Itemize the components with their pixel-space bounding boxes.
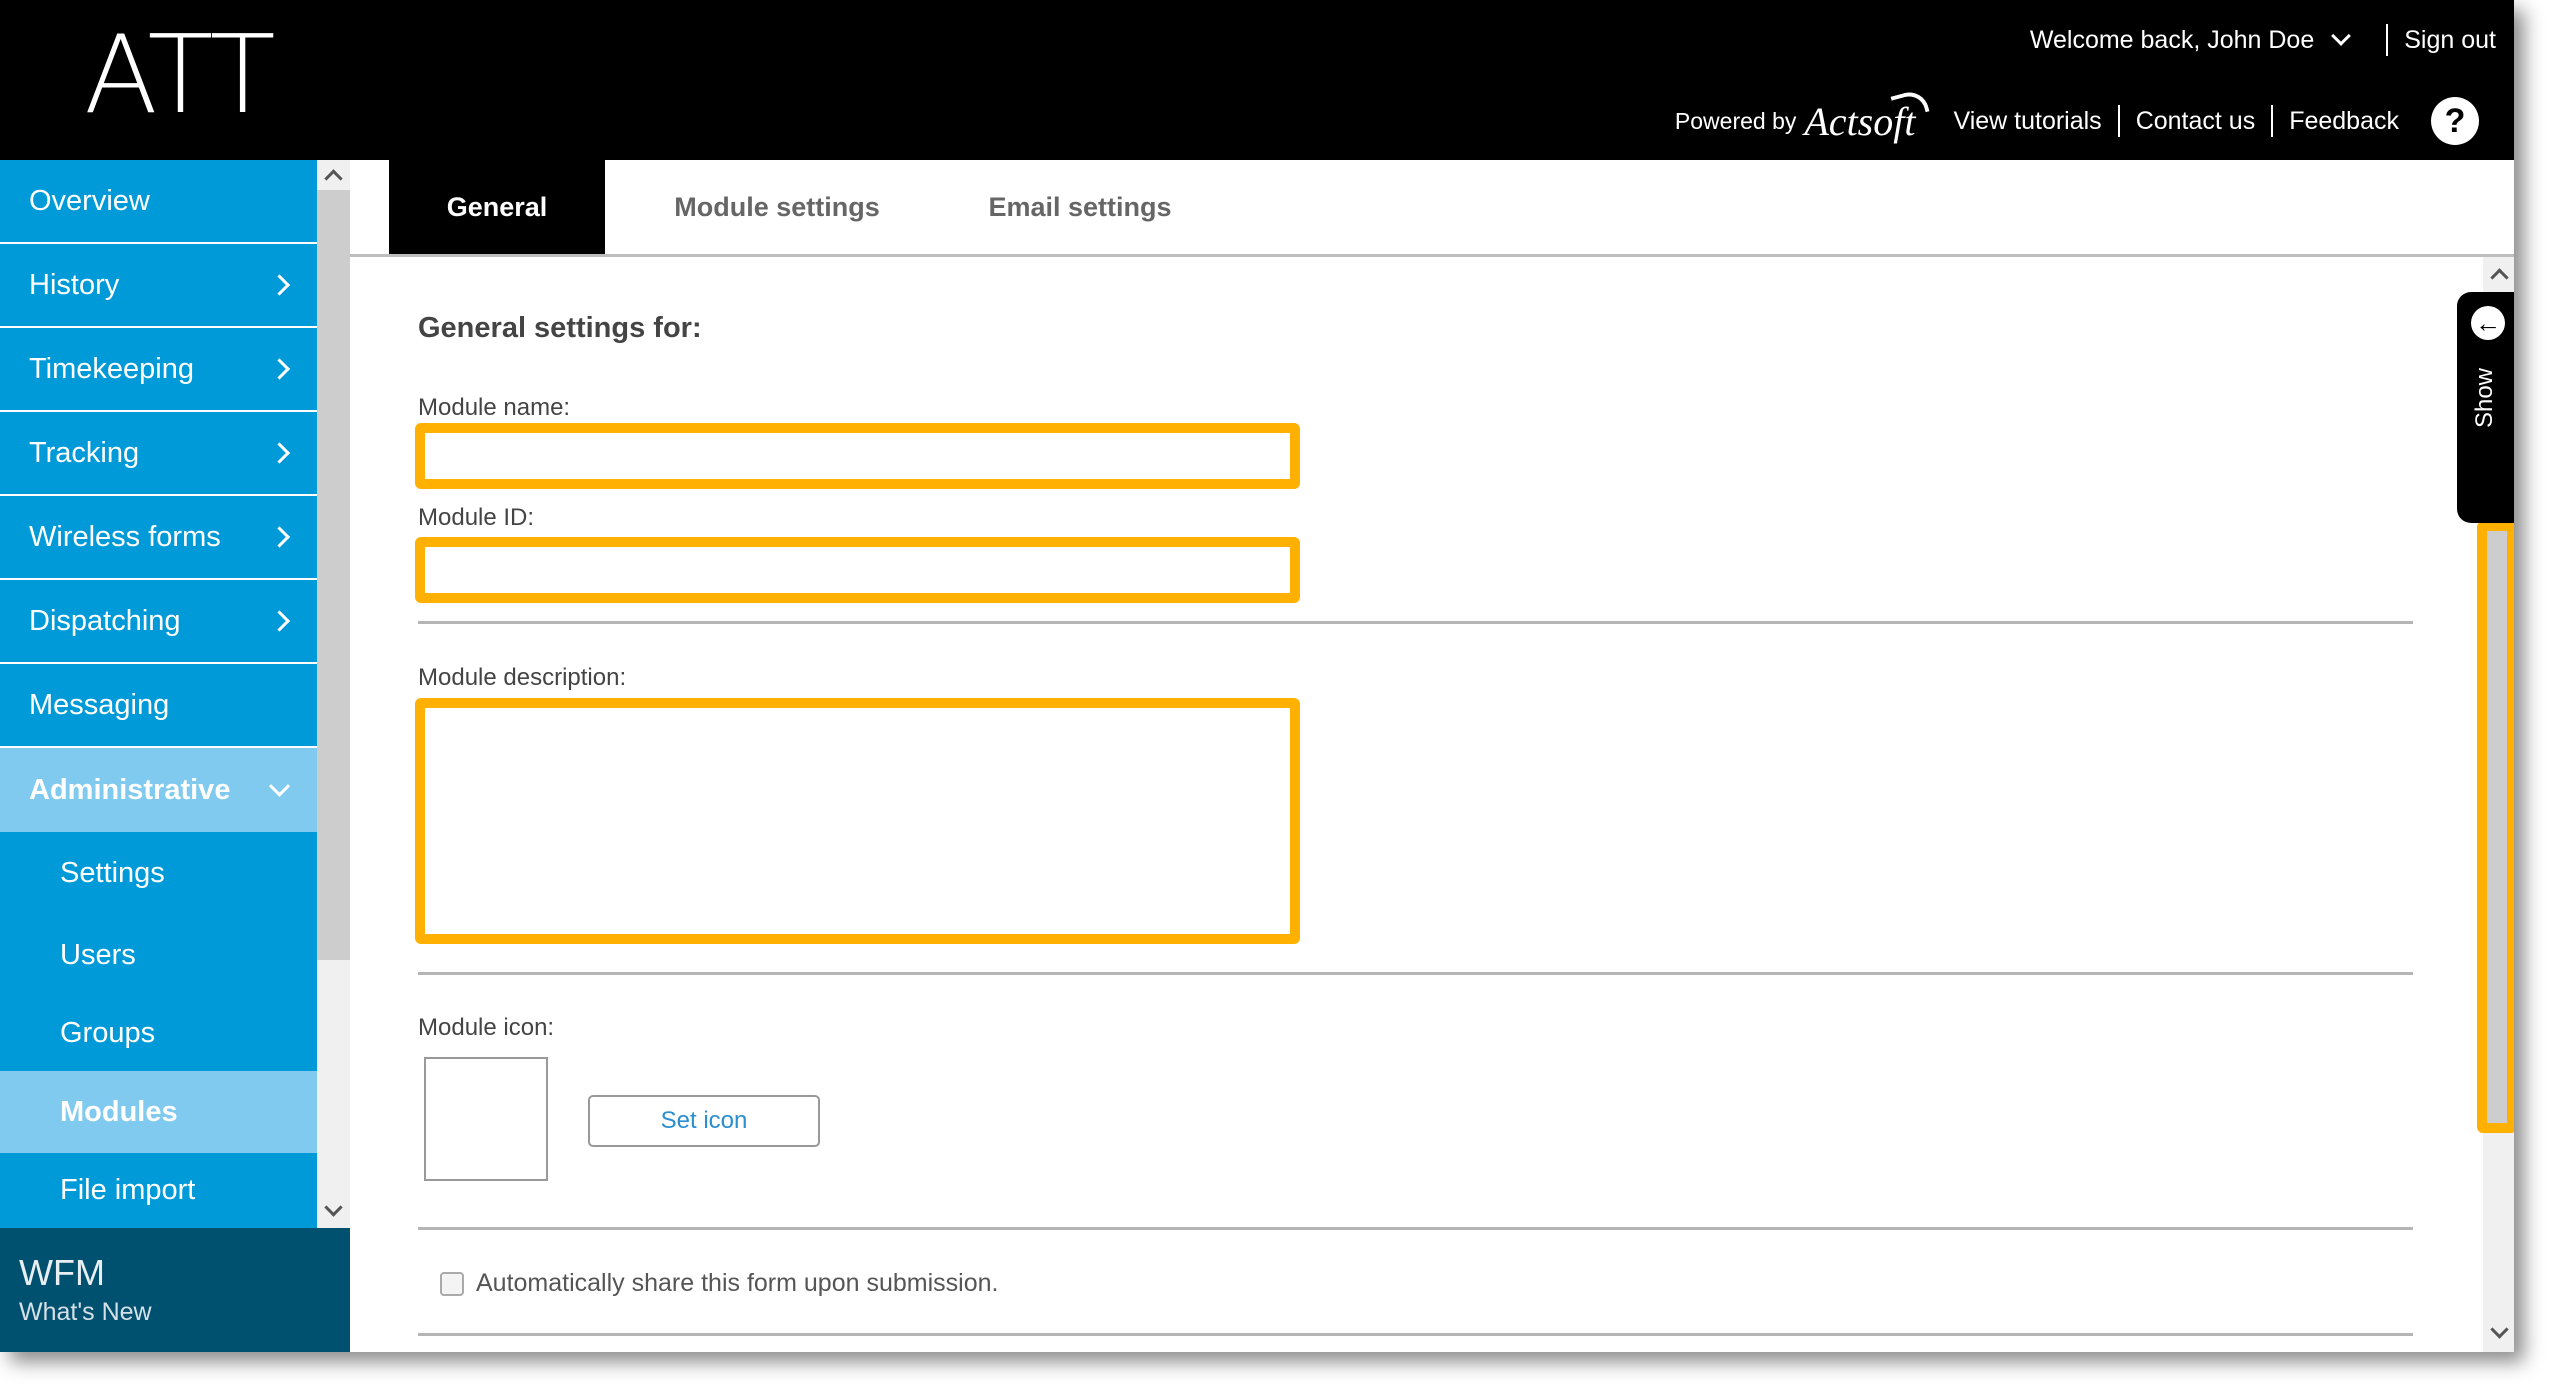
whats-new-footer[interactable]: WFM What's New (0, 1228, 350, 1352)
divider (418, 621, 2413, 624)
module-name-input[interactable] (415, 423, 1300, 489)
help-icon[interactable]: ? (2431, 97, 2479, 145)
chevron-down-icon (268, 775, 291, 797)
module-icon-preview (424, 1057, 548, 1181)
welcome-user-menu[interactable]: Welcome back, John Doe (2030, 26, 2314, 55)
sidebar-nav: Overview History Timekeeping Tracking Wi… (0, 160, 317, 1228)
sidebar-item-label: Tracking (29, 436, 140, 469)
top-header: ATT Welcome back, John Doe Sign out Powe… (0, 0, 2514, 160)
view-tutorials-link[interactable]: View tutorials (1953, 107, 2101, 136)
chevron-right-icon (268, 526, 291, 548)
auto-share-label[interactable]: Automatically share this form upon submi… (476, 1269, 998, 1298)
content-scrollbar-thumb[interactable] (2477, 521, 2514, 1133)
sign-out-link[interactable]: Sign out (2404, 26, 2496, 55)
sidebar-item-label: Overview (29, 184, 150, 217)
sidebar-item-messaging[interactable]: Messaging (0, 664, 317, 748)
chevron-down-icon[interactable] (2331, 26, 2352, 46)
scroll-up-icon[interactable] (324, 169, 343, 188)
sidebar-item-label: Messaging (29, 688, 170, 721)
sidebar-item-timekeeping[interactable]: Timekeeping (0, 328, 317, 412)
divider (418, 1227, 2413, 1230)
sidebar-subitem-groups[interactable]: Groups (0, 996, 317, 1071)
module-description-label: Module description: (418, 664, 627, 691)
sidebar-item-label: Users (60, 938, 136, 971)
sidebar-item-administrative[interactable]: Administrative (0, 748, 317, 832)
chevron-right-icon (268, 442, 291, 464)
tab-general[interactable]: General (389, 160, 605, 254)
sidebar-subitem-users[interactable]: Users (0, 914, 317, 996)
show-label: Show (2471, 367, 2498, 429)
sidebar-item-label: Settings (60, 856, 165, 889)
sidebar-item-label: File import (60, 1174, 196, 1206)
sidebar-subitem-modules[interactable]: Modules (0, 1071, 317, 1153)
auto-share-checkbox[interactable] (440, 1271, 464, 1296)
sidebar-item-dispatching[interactable]: Dispatching (0, 580, 317, 664)
actsoft-logo: Actsoft (1804, 98, 1916, 144)
whats-new-link[interactable]: What's New (19, 1298, 152, 1327)
sidebar-scrollbar-thumb[interactable] (317, 190, 350, 960)
sidebar-item-label: Modules (60, 1095, 178, 1128)
arrow-left-circle-icon: ← (2471, 306, 2505, 340)
sidebar-subitem-settings[interactable]: Settings (0, 832, 317, 914)
chevron-right-icon (268, 610, 291, 632)
sidebar-item-label: Timekeeping (29, 352, 194, 385)
module-id-label: Module ID: (418, 504, 535, 531)
scroll-down-icon[interactable] (2490, 1320, 2509, 1339)
chevron-right-icon (268, 274, 291, 296)
module-name-label: Module name: (418, 394, 571, 421)
sidebar-item-label: History (29, 268, 120, 301)
general-settings-panel: General settings for: Module name: Modul… (350, 257, 2483, 1352)
sidebar-item-overview[interactable]: Overview (0, 160, 317, 244)
powered-by-label: Powered by (1674, 107, 1797, 134)
sidebar-item-history[interactable]: History (0, 244, 317, 328)
feedback-link[interactable]: Feedback (2289, 107, 2399, 136)
footer-title: WFM (19, 1252, 105, 1293)
sidebar-item-wireless-forms[interactable]: Wireless forms (0, 496, 317, 580)
separator (2386, 24, 2389, 56)
tab-email-settings[interactable]: Email settings (950, 160, 1210, 254)
sidebar-item-label: Wireless forms (29, 520, 221, 553)
module-description-textarea[interactable] (415, 698, 1300, 944)
tab-module-settings[interactable]: Module settings (637, 160, 917, 254)
tab-bar: General Module settings Email settings (350, 160, 2514, 257)
show-panel-toggle[interactable]: ← Show (2457, 292, 2514, 523)
sidebar-item-label: Administrative (29, 773, 231, 806)
sidebar-item-tracking[interactable]: Tracking (0, 412, 317, 496)
separator (2271, 105, 2274, 137)
set-icon-button[interactable]: Set icon (588, 1095, 820, 1147)
help-links: Powered by Actsoft View tutorials Contac… (1675, 96, 2479, 146)
separator (2117, 105, 2120, 137)
divider (418, 972, 2413, 975)
chevron-right-icon (268, 358, 291, 380)
module-icon-label: Module icon: (418, 1014, 555, 1041)
sidebar-scrollbar[interactable] (317, 160, 350, 1228)
user-bar: Welcome back, John Doe Sign out (2030, 24, 2496, 56)
app-window: ATT Welcome back, John Doe Sign out Powe… (0, 0, 2514, 1352)
section-heading: General settings for: (418, 312, 702, 344)
auto-share-option: Automatically share this form upon submi… (440, 1269, 998, 1298)
sidebar-item-label: Groups (60, 1017, 156, 1049)
sidebar-subitem-file-import[interactable]: File import (0, 1153, 317, 1228)
contact-us-link[interactable]: Contact us (2136, 107, 2256, 136)
divider (418, 1333, 2413, 1336)
scroll-up-icon[interactable] (2490, 268, 2509, 287)
module-id-input[interactable] (415, 537, 1300, 603)
logo: ATT (84, 13, 276, 138)
sidebar-item-label: Dispatching (29, 604, 181, 637)
scroll-down-icon[interactable] (324, 1198, 343, 1217)
